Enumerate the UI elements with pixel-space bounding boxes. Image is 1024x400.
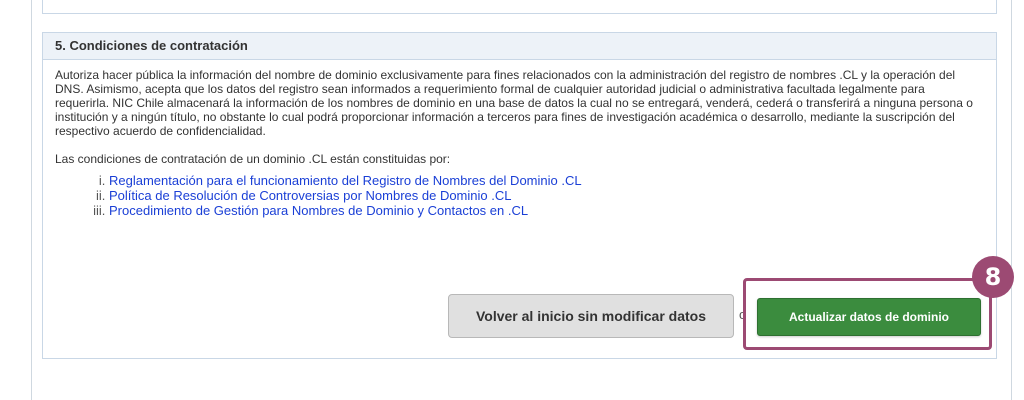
- conditions-intro: Las condiciones de contratación de un do…: [55, 152, 451, 166]
- conditions-list: Reglamentación para el funcionamiento de…: [55, 173, 996, 218]
- page-border-right: [1011, 0, 1012, 400]
- list-item: Reglamentación para el funcionamiento de…: [109, 173, 996, 188]
- terms-paragraph: Autoriza hacer pública la información de…: [55, 68, 973, 138]
- step-number-badge: 8: [972, 256, 1014, 298]
- list-item: Procedimiento de Gestión para Nombres de…: [109, 203, 996, 218]
- list-item: Política de Resolución de Controversias …: [109, 188, 996, 203]
- update-domain-button[interactable]: Actualizar datos de dominio: [757, 298, 981, 336]
- link-procedimiento-gestion[interactable]: Procedimiento de Gestión para Nombres de…: [109, 203, 528, 218]
- link-reglamentacion[interactable]: Reglamentación para el funcionamiento de…: [109, 173, 582, 188]
- link-politica-controversias[interactable]: Política de Resolución de Controversias …: [109, 188, 511, 203]
- page-border-left: [31, 0, 32, 400]
- back-to-start-button[interactable]: Volver al inicio sin modificar datos: [448, 294, 734, 338]
- section-body: Autoriza hacer pública la información de…: [43, 60, 996, 218]
- section-title: 5. Condiciones de contratación: [43, 33, 996, 60]
- previous-section-panel: [42, 0, 997, 14]
